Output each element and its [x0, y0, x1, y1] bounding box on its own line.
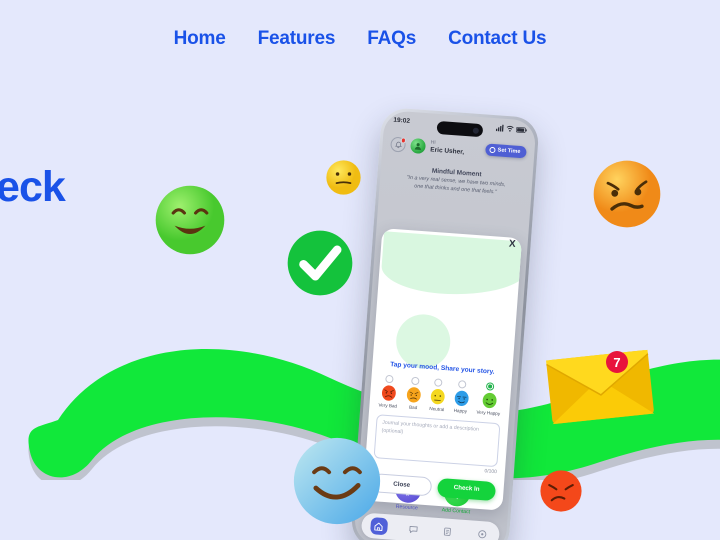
greeting-text: Hi Eric Usher, — [430, 140, 465, 156]
modal-title: Tap your mood, Share your story. — [389, 361, 495, 376]
tab-chat[interactable] — [404, 520, 422, 538]
very-bad-face-icon — [381, 385, 397, 402]
mood-label: Happy — [453, 407, 468, 414]
mood-option-happy[interactable]: Happy — [453, 380, 470, 414]
hero-description-line-1: Track your mood, — [0, 306, 92, 331]
happy-face-icon — [453, 390, 469, 407]
very-happy-face-icon — [481, 392, 497, 409]
journal-textarea[interactable]: Journal your thoughts or add a descripti… — [373, 414, 501, 468]
mood-radio-selected[interactable] — [485, 382, 495, 391]
hero-description-line-2: journal your — [0, 331, 92, 356]
clock-icon — [488, 146, 496, 154]
profile-icon — [478, 529, 487, 538]
phone-header: Hi Eric Usher, Mindful Moment "In a very… — [379, 132, 535, 200]
wifi-icon — [506, 125, 514, 132]
phone-notch — [436, 120, 484, 138]
green-check-circle-icon — [287, 230, 353, 296]
status-time: 19:02 — [393, 116, 411, 125]
tab-journal[interactable] — [439, 522, 457, 540]
envelope-badge-count: 7 — [613, 355, 620, 370]
mood-selector: Very Bad Bad Neutral Happy Very Happy — [377, 374, 503, 416]
neutral-face-icon — [430, 388, 446, 405]
mood-label: Bad — [408, 404, 418, 411]
notification-dot — [400, 137, 407, 144]
hero-description: Track your mood, journal your — [0, 306, 92, 355]
bottom-tab-bar — [360, 512, 501, 540]
envelope-icon: 7 — [545, 345, 655, 427]
mood-option-very-bad[interactable]: Very Bad — [378, 374, 399, 409]
green-smiling-face-icon — [155, 185, 225, 255]
mood-radio[interactable] — [385, 374, 395, 384]
page-title: Daily Check — [0, 163, 66, 211]
quick-action-label: Resource — [395, 503, 419, 512]
tab-profile[interactable] — [473, 525, 491, 540]
mindful-moment-card: Mindful Moment "In a very real sense, we… — [387, 164, 524, 199]
user-avatar[interactable] — [410, 137, 427, 155]
nav-item-home[interactable]: Home — [174, 28, 226, 50]
journal-icon — [444, 527, 452, 536]
mood-checkin-modal: X Tap your mood, Share your story. Very … — [362, 228, 523, 511]
mood-label: Very Bad — [378, 402, 398, 409]
signal-icon — [495, 124, 504, 132]
mood-option-neutral[interactable]: Neutral — [429, 378, 446, 412]
mood-option-very-happy[interactable]: Very Happy — [476, 382, 502, 417]
blue-smiling-face-icon — [293, 437, 381, 525]
hero-section: Daily Check Track your mood, journal you… — [0, 163, 92, 355]
modal-decor-top — [379, 231, 523, 301]
close-icon[interactable]: X — [509, 238, 516, 249]
mood-radio[interactable] — [410, 376, 420, 386]
nav-item-contact-us[interactable]: Contact Us — [448, 28, 546, 50]
set-time-label: Set Time — [497, 147, 521, 156]
nav-item-features[interactable]: Features — [258, 28, 336, 50]
quick-action-label: Add Contact — [441, 507, 471, 516]
orange-sad-face-icon — [593, 160, 661, 228]
mood-option-bad[interactable]: Bad — [406, 376, 423, 410]
mood-label: Neutral — [429, 406, 445, 413]
mood-radio[interactable] — [434, 378, 443, 387]
main-navigation: Home Features FAQs Contact Us — [0, 28, 720, 50]
yellow-neutral-face-icon — [326, 160, 361, 195]
bad-face-icon — [406, 386, 422, 403]
mood-radio[interactable] — [458, 380, 467, 389]
mood-label: Very Happy — [476, 409, 501, 417]
status-icons — [495, 124, 527, 133]
battery-icon — [515, 126, 527, 133]
red-angry-face-icon — [540, 470, 582, 512]
page-stage: Home Features FAQs Contact Us Daily Chec… — [0, 0, 720, 540]
chat-icon — [409, 525, 418, 533]
notification-bell-icon[interactable] — [390, 136, 407, 153]
nav-item-faqs[interactable]: FAQs — [367, 28, 416, 50]
user-name: Eric Usher, — [430, 146, 465, 156]
